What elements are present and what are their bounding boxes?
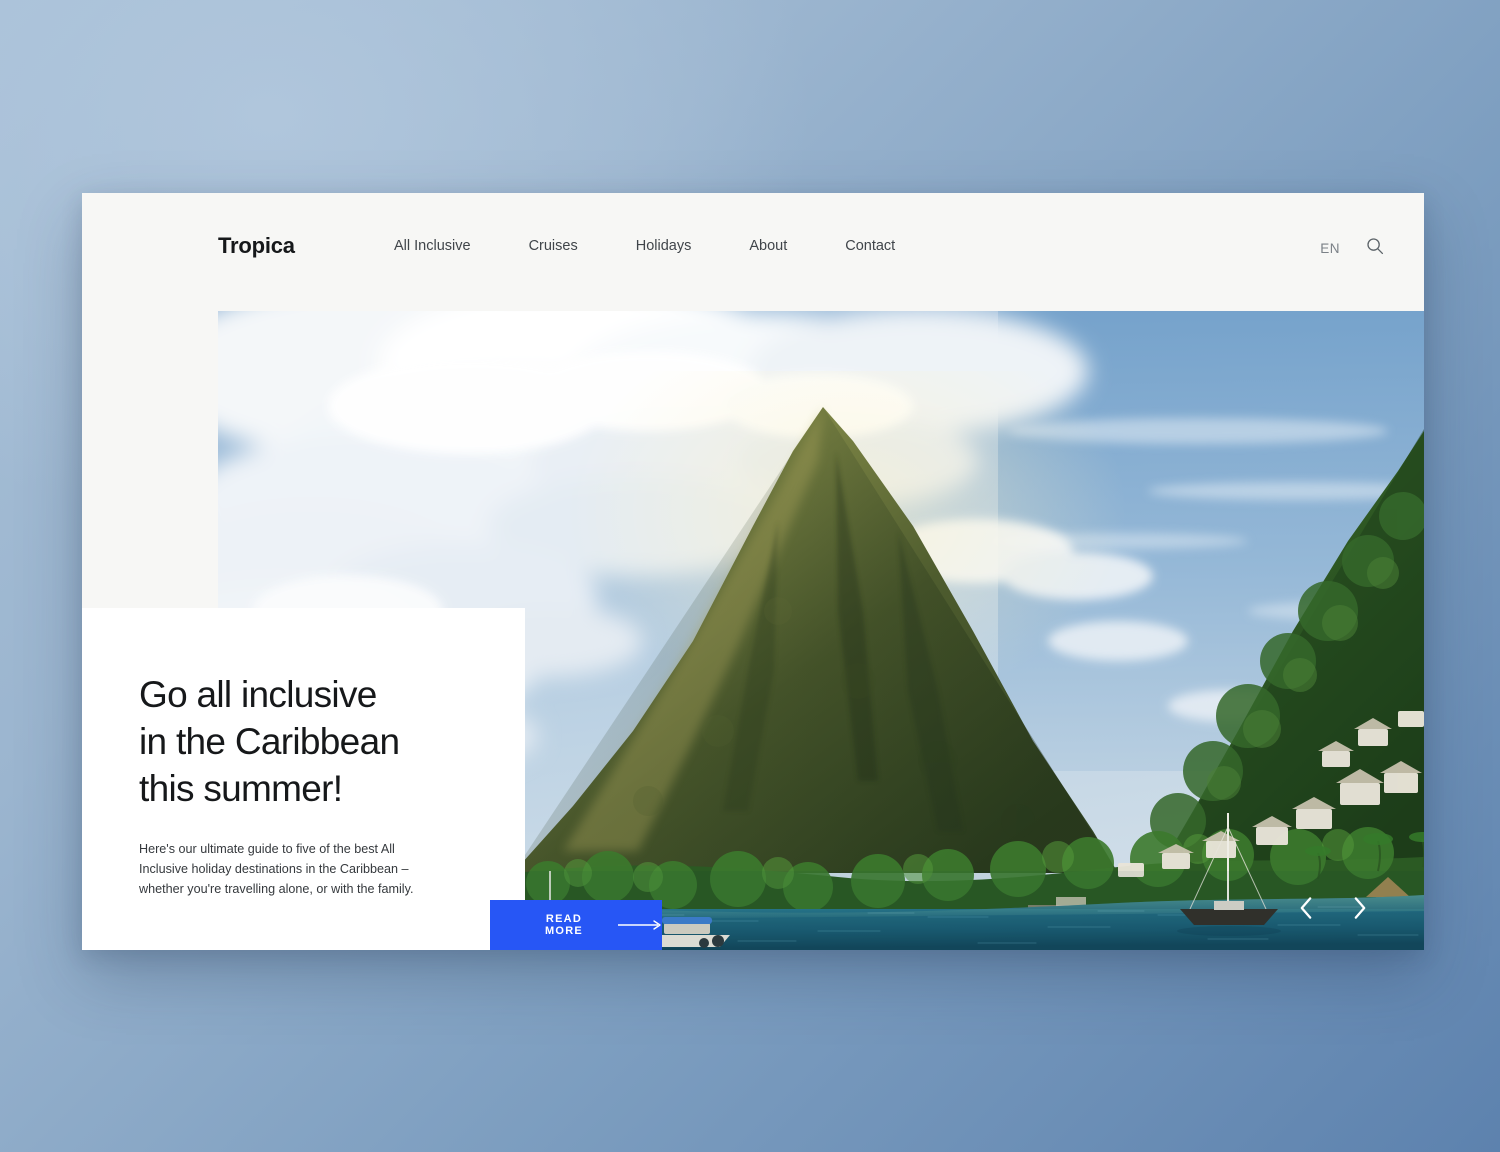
read-more-button[interactable]: READ MORE [490, 900, 662, 950]
carousel-prev-button[interactable] [1294, 896, 1318, 920]
nav-item-about[interactable]: About [749, 238, 787, 254]
browser-window: Tropica All Inclusive Cruises Holidays A… [82, 193, 1424, 950]
main-navigation: All Inclusive Cruises Holidays About Con… [394, 238, 895, 254]
desktop-backdrop: Tropica All Inclusive Cruises Holidays A… [0, 0, 1500, 1152]
read-more-label: READ MORE [545, 913, 583, 937]
site-header: Tropica All Inclusive Cruises Holidays A… [82, 193, 1424, 311]
header-actions: EN [1320, 237, 1384, 260]
arrow-right-icon [618, 918, 662, 933]
carousel-navigation [1294, 896, 1372, 920]
brand-logo[interactable]: Tropica [218, 233, 295, 259]
nav-item-contact[interactable]: Contact [845, 238, 895, 254]
chevron-right-icon [1354, 897, 1366, 919]
search-icon[interactable] [1366, 237, 1384, 260]
hero-content-card: Go all inclusive in the Caribbean this s… [82, 608, 525, 950]
nav-item-cruises[interactable]: Cruises [529, 238, 578, 254]
hero-description: Here's our ultimate guide to five of the… [139, 842, 414, 896]
nav-item-holidays[interactable]: Holidays [636, 238, 692, 254]
chevron-left-icon [1300, 897, 1312, 919]
carousel-next-button[interactable] [1348, 896, 1372, 920]
language-selector[interactable]: EN [1320, 241, 1340, 256]
nav-item-all-inclusive[interactable]: All Inclusive [394, 238, 471, 254]
page-title: Go all inclusive in the Caribbean this s… [139, 674, 400, 809]
